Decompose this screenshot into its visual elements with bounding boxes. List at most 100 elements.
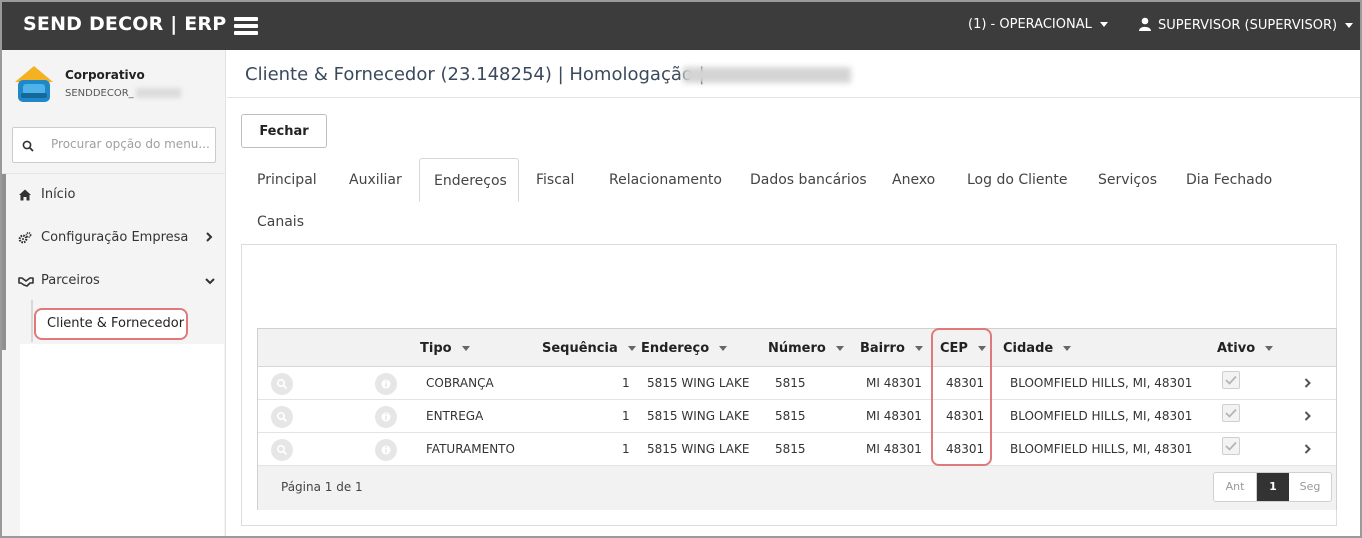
- tab-dia-fechado[interactable]: Dia Fechado: [1186, 172, 1272, 188]
- sidebar-item-parceiros[interactable]: Parceiros: [2, 261, 226, 301]
- submenu-area: [20, 344, 224, 536]
- cell-cep: 48301: [946, 409, 985, 423]
- menu-search[interactable]: [12, 127, 216, 163]
- column-header-sequencia[interactable]: Sequência: [542, 341, 636, 356]
- sidebar-item-configuracao-empresa[interactable]: Configuração Empresa: [2, 218, 226, 258]
- cell-cep: 48301: [946, 376, 985, 390]
- chevron-right-icon[interactable]: [1304, 444, 1311, 454]
- info-button[interactable]: [375, 406, 397, 428]
- column-header-numero[interactable]: Número: [768, 341, 844, 356]
- search-input[interactable]: [51, 137, 211, 151]
- table-row[interactable]: ENTREGA 1 5815 WING LAKE 5815 MI 48301 4…: [258, 400, 1336, 433]
- cell-tipo: COBRANÇA: [426, 376, 494, 390]
- cell-cidade: BLOOMFIELD HILLS, MI, 48301: [1010, 376, 1193, 390]
- check-icon: [1225, 441, 1237, 451]
- sort-caret-icon: [627, 346, 636, 351]
- cell-bairro: MI 48301: [866, 442, 922, 456]
- table-row[interactable]: COBRANÇA 1 5815 WING LAKE 5815 MI 48301 …: [258, 367, 1336, 400]
- pager-prev-button[interactable]: Ant: [1214, 473, 1257, 501]
- chevron-right-icon[interactable]: [1304, 378, 1311, 388]
- cell-sequencia: 1: [622, 376, 630, 390]
- column-header-cidade[interactable]: Cidade: [1003, 341, 1072, 356]
- cell-numero: 5815: [775, 409, 806, 423]
- operation-selector[interactable]: (1) - OPERACIONAL: [968, 17, 1108, 32]
- page-info: Página 1 de 1: [281, 480, 363, 494]
- cell-numero: 5815: [775, 442, 806, 456]
- cell-bairro: MI 48301: [866, 409, 922, 423]
- caret-down-icon: [1099, 22, 1108, 27]
- tab-servicos[interactable]: Serviços: [1098, 172, 1157, 188]
- tab-anexo[interactable]: Anexo: [892, 172, 935, 188]
- view-button[interactable]: [271, 406, 293, 428]
- user-menu[interactable]: SUPERVISOR (SUPERVISOR): [1138, 17, 1354, 33]
- tab-fiscal[interactable]: Fiscal: [536, 172, 574, 188]
- tab-log-do-cliente[interactable]: Log do Cliente: [967, 172, 1068, 188]
- cell-tipo: FATURAMENTO: [426, 442, 515, 456]
- address-table: Tipo Sequência Endereço Número Bairro CE…: [257, 328, 1337, 510]
- column-header-bairro[interactable]: Bairro: [860, 341, 923, 356]
- sort-caret-icon: [719, 346, 728, 351]
- view-button[interactable]: [271, 439, 293, 461]
- active-checkbox: [1222, 437, 1240, 455]
- company-name: Corporativo: [65, 68, 145, 82]
- sort-caret-icon: [835, 346, 844, 351]
- info-button[interactable]: [375, 373, 397, 395]
- cell-bairro: MI 48301: [866, 376, 922, 390]
- sort-caret-icon: [461, 346, 470, 351]
- cell-sequencia: 1: [622, 442, 630, 456]
- sidebar-item-label: Início: [41, 187, 76, 202]
- column-header-tipo[interactable]: Tipo: [420, 341, 470, 356]
- view-button[interactable]: [271, 373, 293, 395]
- info-button[interactable]: [375, 439, 397, 461]
- search-icon: [276, 444, 288, 456]
- brand-title: SEND DECOR | ERP: [23, 13, 227, 35]
- tab-auxiliar[interactable]: Auxiliar: [349, 172, 402, 188]
- sort-caret-icon: [1265, 346, 1274, 351]
- sort-caret-icon: [977, 346, 986, 351]
- sort-caret-icon: [914, 346, 923, 351]
- home-icon: [19, 189, 31, 201]
- tab-canais[interactable]: Canais: [257, 214, 304, 230]
- table-header: Tipo Sequência Endereço Número Bairro CE…: [258, 329, 1336, 367]
- pager-next-button[interactable]: Seg: [1289, 473, 1331, 501]
- chevron-down-icon: [205, 278, 215, 285]
- column-header-cep[interactable]: CEP: [940, 341, 986, 356]
- table-row[interactable]: FATURAMENTO 1 5815 WING LAKE 5815 MI 483…: [258, 433, 1336, 466]
- sort-caret-icon: [1063, 346, 1072, 351]
- user-icon: [1139, 17, 1151, 31]
- page-header: Cliente & Fornecedor (23.148254) | Homol…: [227, 50, 1360, 98]
- tab-principal[interactable]: Principal: [257, 172, 317, 188]
- company-logo: [15, 66, 53, 102]
- chevron-right-icon[interactable]: [1304, 411, 1311, 421]
- sidebar-subitem-label: Cliente & Fornecedor: [47, 316, 185, 331]
- pager-current-page[interactable]: 1: [1257, 473, 1289, 501]
- check-icon: [1225, 408, 1237, 418]
- cell-endereco: 5815 WING LAKE: [647, 409, 750, 423]
- cell-cep: 48301: [946, 442, 985, 456]
- cell-endereco: 5815 WING LAKE: [647, 442, 750, 456]
- cell-tipo: ENTREGA: [426, 409, 484, 423]
- gears-icon: [18, 232, 32, 244]
- sidebar-item-inicio[interactable]: Início: [2, 175, 226, 215]
- tab-relacionamento[interactable]: Relacionamento: [609, 172, 722, 188]
- table-footer: Página 1 de 1 Ant 1 Seg: [258, 466, 1336, 510]
- chevron-right-icon: [206, 232, 213, 242]
- column-header-endereco[interactable]: Endereço: [641, 341, 728, 356]
- check-icon: [1225, 375, 1237, 385]
- tab-dados-bancarios[interactable]: Dados bancários: [750, 172, 867, 188]
- active-checkbox: [1222, 371, 1240, 389]
- sidebar-item-cliente-fornecedor[interactable]: Cliente & Fornecedor: [34, 308, 188, 340]
- tab-enderecos[interactable]: Endereços: [419, 158, 519, 202]
- column-header-ativo[interactable]: Ativo: [1217, 341, 1274, 356]
- handshake-icon: [18, 277, 34, 287]
- search-icon: [276, 378, 288, 390]
- redacted-text: [683, 67, 851, 83]
- cell-endereco: 5815 WING LAKE: [647, 376, 750, 390]
- info-icon: [381, 412, 391, 422]
- close-button[interactable]: Fechar: [241, 114, 327, 148]
- info-icon: [381, 379, 391, 389]
- cell-cidade: BLOOMFIELD HILLS, MI, 48301: [1010, 409, 1193, 423]
- caret-down-icon: [1345, 23, 1354, 28]
- menu-toggle-icon[interactable]: [234, 17, 258, 35]
- cell-sequencia: 1: [622, 409, 630, 423]
